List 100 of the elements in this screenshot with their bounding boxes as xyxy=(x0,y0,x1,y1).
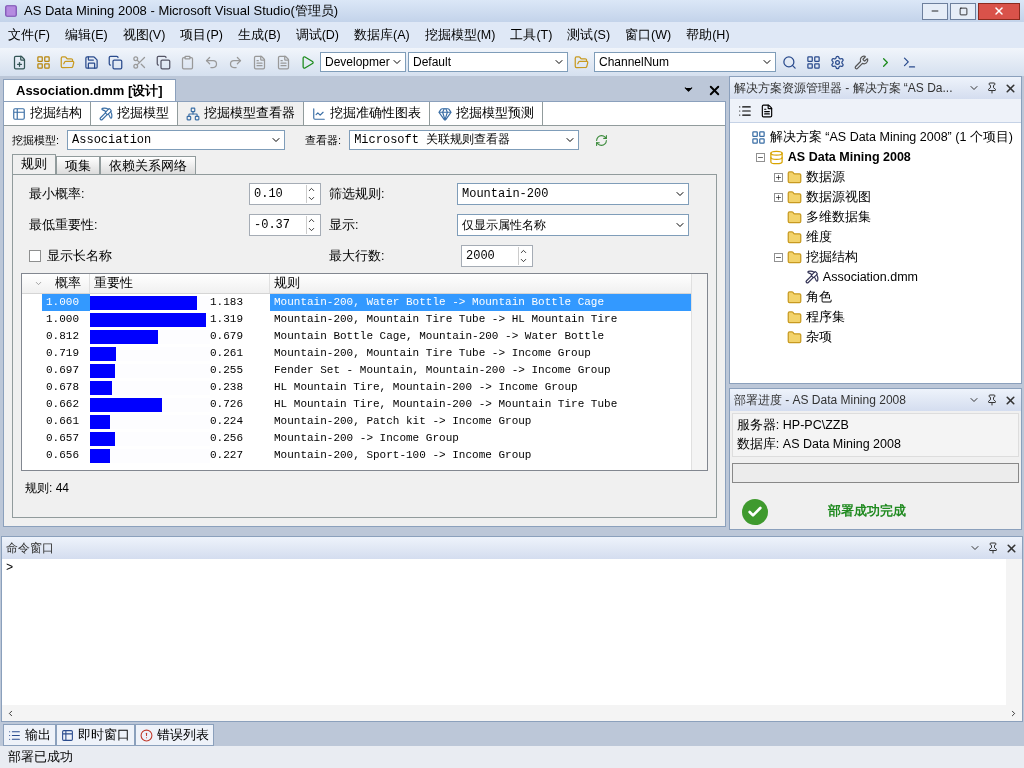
window-title: AS Data Mining 2008 - Microsoft Visual Studio(管理员) xyxy=(24,2,339,21)
app-icon xyxy=(4,4,18,18)
minimize-button[interactable] xyxy=(922,2,948,20)
spin-field[interactable]: 2000 xyxy=(461,245,533,267)
table-cell[interactable]: Mountain-200, Mountain Tire Tube -> HL Mountain Tire xyxy=(270,311,691,328)
tree-item[interactable]: 程序集 xyxy=(805,307,845,327)
expand-toggle[interactable] xyxy=(773,172,783,182)
menu-item[interactable]: 调试(D) xyxy=(295,25,339,45)
scroll-left-icon[interactable] xyxy=(6,708,15,718)
table-cell[interactable]: HL Mountain Tire, Mountain-200 -> Income Group xyxy=(270,379,691,396)
tree-item[interactable]: 角色 xyxy=(805,287,832,307)
table-cell-text: 0.224 xyxy=(210,414,243,430)
menu-item[interactable]: 工具(T) xyxy=(510,25,553,45)
maximize-icon xyxy=(958,6,968,16)
table-cell[interactable]: Mountain-200 -> Income Group xyxy=(270,430,691,447)
close-icon[interactable] xyxy=(1004,81,1017,95)
menu-item[interactable]: 生成(B) xyxy=(238,25,281,45)
menu-item[interactable]: 挖掘模型(M) xyxy=(424,25,496,45)
field-label: 挖掘模型: xyxy=(12,132,60,148)
plus-icon xyxy=(774,193,782,201)
close-icon[interactable] xyxy=(1004,393,1017,407)
menu-item[interactable]: 窗口(W) xyxy=(625,25,672,45)
checkbox[interactable] xyxy=(29,250,41,262)
pin-icon[interactable] xyxy=(986,82,998,94)
menu-item[interactable]: 测试(S) xyxy=(567,25,611,45)
table-cell-text: 0.255 xyxy=(210,363,243,379)
tree-item[interactable]: 解决方案 “AS Data Mining 2008” (1 个项目) xyxy=(769,127,1013,147)
menu-item[interactable]: 数据库(A) xyxy=(354,25,410,45)
viewer-tab[interactable]: 依赖关系网络 xyxy=(100,156,196,174)
configuration-dropdown[interactable]: Developmer xyxy=(320,52,406,72)
folder-icon xyxy=(786,289,802,305)
document-tab[interactable]: Association.dmm [设计] xyxy=(3,79,176,101)
spin-field[interactable]: 0.10 xyxy=(249,183,321,205)
close-icon[interactable] xyxy=(1005,541,1018,555)
folder-icon xyxy=(786,169,802,185)
command-input[interactable]: > xyxy=(2,559,1006,705)
collapse-toggle[interactable] xyxy=(755,152,765,162)
table-cell-text: 0.678 xyxy=(45,380,80,396)
tree-item[interactable]: Association.dmm xyxy=(822,267,919,287)
table-cell-text: 0.656 xyxy=(45,448,80,464)
table-cell: 1.000 xyxy=(42,294,90,311)
table-cell[interactable]: Mountain-200, Patch kit -> Income Group xyxy=(270,413,691,430)
table-cell-text: 1.000 xyxy=(45,312,80,328)
collapse-toggle[interactable] xyxy=(773,252,783,262)
close-button[interactable] xyxy=(978,2,1020,20)
table-cell[interactable]: HL Mountain Tire, Mountain-200 -> Mountain Tire Tube xyxy=(270,396,691,413)
folder-icon xyxy=(786,329,802,345)
table-cell-text: 0.238 xyxy=(210,380,243,396)
tree-item[interactable]: 数据源视图 xyxy=(805,187,871,207)
folder-icon xyxy=(786,209,802,225)
menu-item[interactable]: 视图(V) xyxy=(122,25,166,45)
database-icon xyxy=(768,149,784,165)
viewer-tab[interactable]: 项集 xyxy=(56,156,100,174)
menu-item[interactable]: 编辑(E) xyxy=(64,25,108,45)
bottom-tab[interactable]: 输出 xyxy=(3,724,56,746)
field-label: 最低重要性: xyxy=(29,216,98,234)
database-text: 数据库: AS Data Mining 2008 xyxy=(736,435,902,453)
table-cell[interactable]: Mountain Bottle Cage, Mountain-200 -> Water Bottle xyxy=(270,328,691,345)
display-dropdown[interactable]: 仅显示属性名称 xyxy=(457,214,689,236)
model-dropdown[interactable]: Association xyxy=(67,130,286,150)
table-cell-text: 0.726 xyxy=(210,397,243,413)
maximize-button[interactable] xyxy=(950,2,976,20)
menu-item[interactable]: 帮助(H) xyxy=(686,25,730,45)
plus-icon xyxy=(774,173,782,181)
tree-item[interactable]: 多维数据集 xyxy=(805,207,871,227)
pin-icon[interactable] xyxy=(987,542,999,554)
tree-item[interactable]: 挖掘结构 xyxy=(805,247,858,267)
menu-item[interactable]: 项目(P) xyxy=(180,25,223,45)
table-cell[interactable]: Fender Set - Mountain, Mountain-200 -> Income Group xyxy=(270,362,691,379)
column-header: 重要性 xyxy=(90,274,270,293)
bottom-tab[interactable]: 错误列表 xyxy=(135,724,214,746)
show-files-icon[interactable] xyxy=(759,103,774,118)
table-cell[interactable]: Mountain-200, Sport-100 -> Income Group xyxy=(270,447,691,464)
find-dropdown[interactable]: ChannelNum xyxy=(594,52,776,72)
bottom-tab[interactable]: 即时窗口 xyxy=(56,724,135,746)
filter-dropdown[interactable]: Mountain-200 xyxy=(457,183,689,205)
scroll-right-icon[interactable] xyxy=(1009,708,1018,718)
folder-icon xyxy=(786,249,802,265)
table-cell[interactable]: Mountain-200, Mountain Tire Tube -> Income Group xyxy=(270,345,691,362)
pin-icon[interactable] xyxy=(986,394,998,406)
server-text: 服务器: HP-PC\ZZB xyxy=(736,417,850,434)
viewer-tab[interactable]: 规则 xyxy=(12,154,56,174)
table-cell-text: 1.183 xyxy=(210,295,243,311)
designer-tab[interactable]: 挖掘模型查看器 xyxy=(178,102,304,125)
error-icon xyxy=(140,728,153,742)
tree-item[interactable]: 维度 xyxy=(805,227,832,247)
platform-dropdown[interactable]: Default xyxy=(408,52,568,72)
success-icon xyxy=(741,498,768,525)
tree-item[interactable]: 杂项 xyxy=(805,327,832,347)
spin-field[interactable]: -0.37 xyxy=(249,214,321,236)
refresh-icon[interactable] xyxy=(595,133,609,147)
viewer-dropdown[interactable]: Microsoft 关联规则查看器 xyxy=(349,130,580,150)
status-text: 部署已成功 xyxy=(8,748,73,766)
expand-toggle[interactable] xyxy=(773,192,783,202)
properties-icon[interactable] xyxy=(737,103,752,118)
pane-title: 命令窗口 xyxy=(6,540,54,557)
tree-item[interactable]: 数据源 xyxy=(805,167,845,187)
rule-count: 规则: 44 xyxy=(25,480,69,497)
menu-item[interactable]: 文件(F) xyxy=(8,25,50,45)
tree-item[interactable]: AS Data Mining 2008 xyxy=(787,147,911,167)
